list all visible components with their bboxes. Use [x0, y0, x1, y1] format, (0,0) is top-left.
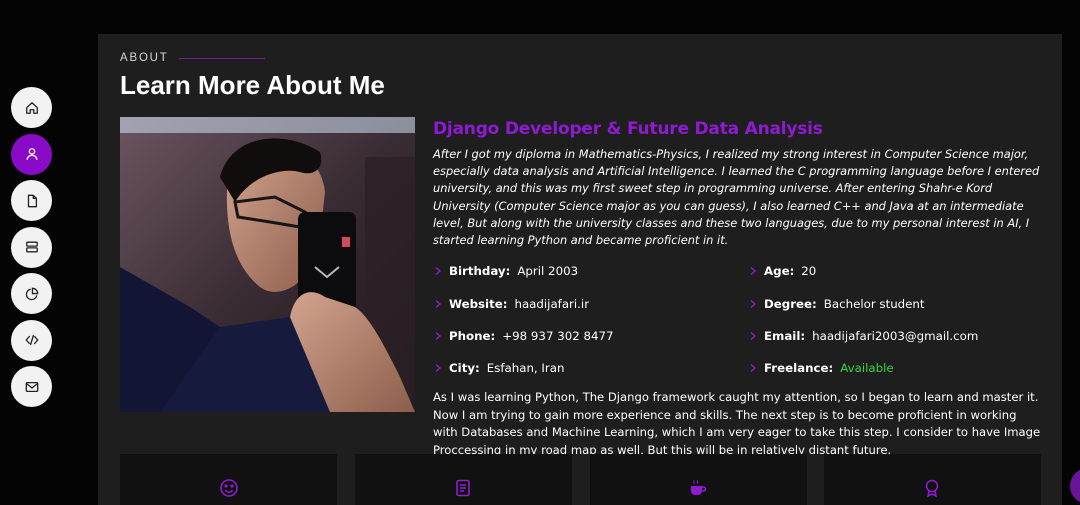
chevron-right-icon — [750, 364, 757, 373]
chevron-right-icon — [435, 364, 442, 373]
section-title: Learn More About Me — [120, 70, 385, 100]
fact-key: Degree: — [764, 296, 817, 311]
mail-icon — [25, 381, 38, 392]
stat-icon-wrap — [445, 470, 481, 505]
fact-birthday: Birthday: April 2003 — [433, 255, 748, 287]
stat-icon-wrap — [914, 470, 950, 505]
nav-resume-button[interactable] — [11, 180, 52, 221]
fact-degree: Degree: Bachelor student — [748, 288, 1048, 320]
user-icon — [26, 148, 37, 160]
fact-age: Age: 20 — [748, 255, 1048, 287]
stat-icon-wrap — [680, 470, 716, 505]
nav-services-button[interactable] — [11, 226, 52, 268]
nav-home-button[interactable] — [11, 87, 52, 128]
scroll-top-button[interactable] — [1070, 468, 1080, 504]
fact-key: Age: — [764, 264, 795, 279]
nav-contact-button[interactable] — [11, 366, 52, 407]
fact-key: Email: — [764, 328, 806, 343]
fact-key: Birthday: — [449, 264, 511, 279]
section-label: ABOUT — [120, 52, 265, 64]
coffee-cup-icon — [691, 480, 707, 495]
chevron-right-icon — [435, 299, 442, 308]
profile-photo — [120, 117, 415, 412]
fact-value: Esfahan, Iran — [486, 361, 565, 376]
role-title: Django Developer & Future Data Analysis — [433, 119, 823, 139]
fact-city: City: Esfahan, Iran — [433, 352, 748, 384]
journal-icon — [456, 479, 470, 497]
section-label-line — [178, 57, 265, 59]
fact-value: haadijafari2003@gmail.com — [812, 328, 979, 343]
about-content: Django Developer & Future Data Analysis … — [433, 117, 1043, 459]
outro-paragraph: As I was learning Python, The Django fra… — [433, 390, 1041, 457]
fact-key: City: — [449, 361, 480, 376]
side-nav — [11, 87, 53, 413]
intro-paragraph: After I got my diploma in Mathematics-Ph… — [433, 147, 1040, 248]
fact-value: 20 — [801, 264, 817, 279]
nav-portfolio-button[interactable] — [11, 319, 52, 361]
chevron-right-icon — [750, 299, 757, 308]
file-icon — [27, 194, 37, 207]
chevron-right-icon — [750, 267, 757, 276]
fact-key: Freelance: — [764, 361, 834, 376]
code-icon — [24, 334, 39, 346]
fact-freelance: Freelance: Available — [748, 352, 1048, 384]
fact-website: Website: haadijafari.ir — [433, 288, 748, 320]
fact-email: Email: haadijafari2003@gmail.com — [748, 320, 1048, 352]
chevron-right-icon — [750, 331, 757, 340]
chevron-right-icon — [435, 331, 442, 340]
freelance-status: Available — [840, 361, 894, 376]
facts-grid: Birthday: April 2003 Age: 20 Website: ha… — [433, 255, 1043, 384]
fact-key: Website: — [449, 296, 508, 311]
chevron-right-icon — [435, 267, 442, 276]
fact-value: Bachelor student — [823, 296, 925, 311]
about-section: ABOUT Learn More About Me Django Develop… — [98, 34, 1062, 505]
award-icon — [925, 479, 939, 498]
nav-skills-button[interactable] — [11, 273, 52, 314]
section-label-text: ABOUT — [120, 52, 169, 64]
nav-about-button[interactable] — [11, 133, 52, 175]
stat-icon-wrap — [211, 470, 247, 505]
pie-chart-icon — [25, 287, 38, 300]
smiley-icon — [220, 479, 238, 497]
fact-value: haadijafari.ir — [514, 296, 590, 311]
fact-phone: Phone: +98 937 302 8477 — [433, 320, 748, 352]
server-icon — [25, 241, 38, 253]
fact-value: April 2003 — [517, 264, 579, 279]
home-icon — [25, 101, 38, 114]
fact-key: Phone: — [449, 328, 496, 343]
fact-value: +98 937 302 8477 — [502, 328, 614, 343]
